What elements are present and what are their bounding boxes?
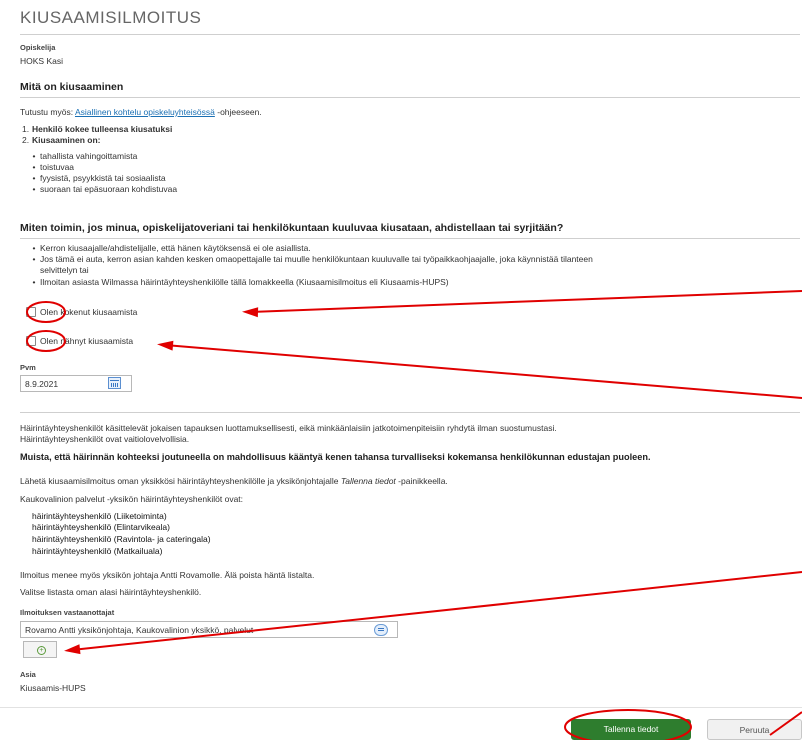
- cancel-button[interactable]: Peruuta: [707, 719, 802, 740]
- annotation-arrowhead: [157, 340, 174, 351]
- annotation-arrow-line: [71, 571, 802, 651]
- experienced-checkbox[interactable]: [26, 307, 36, 317]
- bullet-icon: •: [32, 162, 36, 172]
- bullet-icon: •: [32, 151, 36, 161]
- title-divider: [20, 34, 800, 35]
- list-number: 2.: [22, 135, 30, 145]
- list-text: toistuvaa: [40, 162, 75, 172]
- plus-icon: +: [37, 646, 46, 655]
- contact-item: häirintäyhteyshenkilö (Liiketoiminta): [32, 511, 167, 521]
- subject-label: Asia: [20, 670, 36, 679]
- list-text: Ilmoitan asiasta Wilmassa häirintäyhteys…: [40, 277, 449, 287]
- unit-intro: Kaukovalinion palvelut -yksikön häirintä…: [20, 494, 244, 504]
- list-item: 2. Kiusaaminen on:: [22, 135, 100, 145]
- list-item: • Ilmoitan asiasta Wilmassa häirintäyhtey…: [28, 277, 449, 287]
- student-value: HOKS Kasi: [20, 56, 63, 66]
- witnessed-checkbox[interactable]: [26, 336, 36, 346]
- section-heading-what-to-do: Miten toimin, jos minua, opiskelijatover…: [20, 222, 564, 234]
- info-paragraph-line2: Häirintäyhteyshenkilöt ovat vaitiolovelv…: [20, 434, 190, 444]
- list-picker-icon[interactable]: [374, 624, 388, 636]
- list-item: 1. Henkilö kokee tulleensa kiusatuksi: [22, 124, 172, 134]
- student-label: Opiskelija: [20, 43, 56, 52]
- footer-divider: [0, 707, 802, 708]
- info-bold-reminder: Muista, että häirinnän kohteeksi joutune…: [20, 452, 651, 462]
- list-text-continued: selvittelyn tai: [40, 265, 89, 275]
- list-text: Kerron kiusaajalle/ahdistelijalle, että …: [40, 243, 311, 253]
- experienced-label[interactable]: Olen kokenut kiusaamista: [40, 307, 137, 317]
- recipients-input[interactable]: Rovamo Antti yksikönjohtaja, Kaukovalini…: [20, 621, 398, 638]
- subject-value: Kiusaamis-HUPS: [20, 683, 86, 693]
- list-text: Kiusaaminen on:: [32, 135, 101, 145]
- list-item: • fyysistä, psyykkistä tai sosiaalista: [28, 173, 166, 183]
- recipients-label: Ilmoituksen vastaanottajat: [20, 608, 115, 617]
- section-divider: [20, 97, 800, 98]
- list-text: Henkilö kokee tulleensa kiusatuksi: [32, 124, 173, 134]
- date-label: Pvm: [20, 363, 36, 372]
- send-instruction: Lähetä kiusaamisilmoitus oman yksikkösi …: [20, 476, 448, 486]
- section-heading-bullying: Mitä on kiusaaminen: [20, 81, 124, 93]
- bullet-icon: •: [32, 173, 36, 183]
- intro-link[interactable]: Asiallinen kohtelu opiskeluyhteisössä: [75, 107, 215, 117]
- list-text: suoraan tai epäsuoraan kohdistuvaa: [40, 184, 178, 194]
- annotation-arrowhead: [64, 644, 81, 655]
- choose-text: Valitse listasta oman alasi häirintäyhte…: [20, 587, 202, 597]
- list-item: • suoraan tai epäsuoraan kohdistuvaa: [28, 184, 178, 194]
- add-recipient-button[interactable]: +: [23, 641, 57, 658]
- list-text: Jos tämä ei auta, kerron asian kahden ke…: [40, 254, 593, 264]
- list-number: 1.: [22, 124, 30, 134]
- list-item: • tahallista vahingoittamista: [28, 151, 138, 161]
- contact-item: häirintäyhteyshenkilö (Elintarvikeala): [32, 522, 170, 532]
- calendar-icon[interactable]: [108, 377, 121, 389]
- info-paragraph-line1: Häirintäyhteyshenkilöt käsittelevät joka…: [20, 423, 557, 433]
- witnessed-label[interactable]: Olen nähnyt kiusaamista: [40, 336, 133, 346]
- notice-text: Ilmoitus menee myös yksikön johtaja Antt…: [20, 570, 315, 580]
- intro-prefix: Tutustu myös:: [20, 107, 74, 117]
- list-item: • Kerron kiusaajalle/ahdistelijalle, että…: [28, 243, 311, 253]
- list-item: • toistuvaa: [28, 162, 75, 172]
- intro-text: Tutustu myös: Asiallinen kohtelu opiskel…: [20, 107, 262, 117]
- bullet-icon: •: [32, 184, 36, 194]
- intro-suffix: -ohjeeseen.: [217, 107, 262, 117]
- send-suffix: -painikkeella.: [398, 476, 448, 486]
- section-divider: [20, 412, 800, 413]
- list-item: • Jos tämä ei auta, kerron asian kahden k…: [28, 254, 593, 264]
- bullet-icon: •: [32, 254, 36, 264]
- list-text: tahallista vahingoittamista: [40, 151, 138, 161]
- bullet-icon: •: [32, 243, 36, 253]
- contact-item: häirintäyhteyshenkilö (Matkailuala): [32, 546, 163, 556]
- send-prefix: Lähetä kiusaamisilmoitus oman yksikkösi …: [20, 476, 339, 486]
- annotation-arrowhead: [242, 307, 259, 318]
- page-title: KIUSAAMISILMOITUS: [20, 8, 202, 27]
- send-italic: Tallenna tiedot: [340, 476, 396, 486]
- section-divider: [20, 238, 800, 239]
- save-button[interactable]: Tallenna tiedot: [571, 719, 691, 740]
- bullet-icon: •: [32, 277, 36, 287]
- annotation-arrow-line: [249, 290, 802, 313]
- list-text: fyysistä, psyykkistä tai sosiaalista: [40, 173, 166, 183]
- contact-item: häirintäyhteyshenkilö (Ravintola- ja cat…: [32, 534, 211, 544]
- annotation-arrow-line: [164, 344, 802, 399]
